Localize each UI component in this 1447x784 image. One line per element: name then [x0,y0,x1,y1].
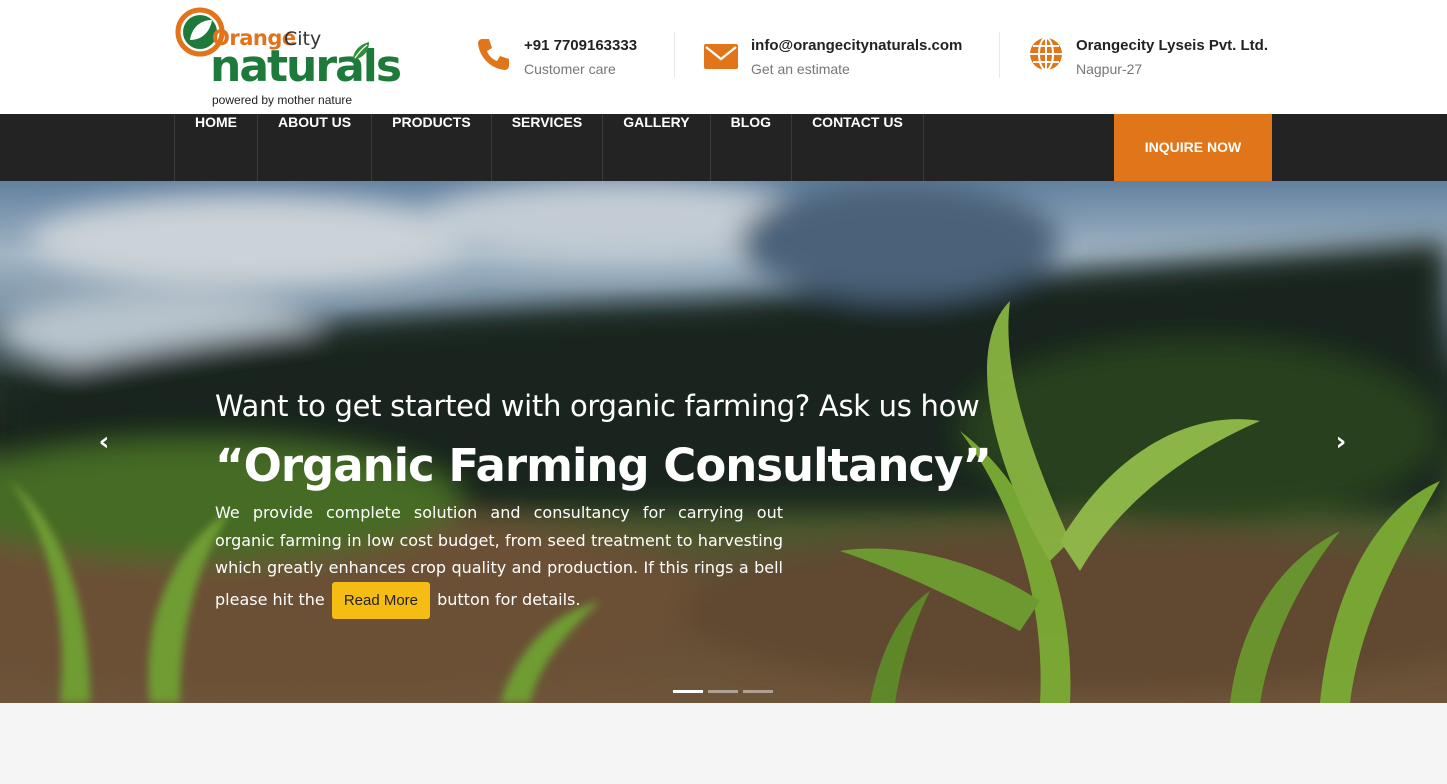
hero-subtitle: Want to get started with organic farming… [215,389,980,423]
nav-item-about-us[interactable]: ABOUT US [257,114,371,181]
nav-item-services[interactable]: SERVICES [490,114,603,181]
nav-item-products[interactable]: PRODUCTS [371,114,491,181]
contact-phone[interactable]: +91 7709163333 Customer care [476,36,666,80]
brand-tagline: powered by mother nature [212,93,353,107]
envelope-icon [704,44,738,69]
main-nav: HOME ABOUT US PRODUCTS SERVICES GALLERY … [174,114,924,181]
slide-indicator-2[interactable] [708,690,738,693]
hero-title: “Organic Farming Consultancy” [215,439,992,492]
hero-description-tail: button for details. [437,589,581,609]
hero-slider: ‹ › Want to get started with organic far… [0,181,1447,703]
header-divider [999,32,1000,78]
contact-address[interactable]: Orangecity Lyseis Pvt. Ltd. Nagpur-27 [1028,36,1278,80]
hero-description: We provide complete solution and consult… [215,499,783,619]
nav-item-blog[interactable]: BLOG [709,114,791,181]
company-name: Orangecity Lyseis Pvt. Ltd. [1076,37,1269,54]
contact-email[interactable]: info@orangecitynaturals.com Get an estim… [703,36,983,80]
brand-logo[interactable]: Orange City naturals powered by mother n… [174,6,402,110]
chevron-left-icon[interactable]: ‹ [94,429,114,455]
nav-item-gallery[interactable]: GALLERY [602,114,709,181]
inquire-now-button[interactable]: INQUIRE NOW [1114,114,1272,181]
email-address: info@orangecitynaturals.com [751,37,963,54]
read-more-button[interactable]: Read More [331,581,431,619]
phone-icon [478,39,509,70]
globe-icon [1030,37,1062,71]
header-topbar: Orange City naturals powered by mother n… [0,0,1447,114]
email-caption: Get an estimate [751,61,850,77]
nav-item-home[interactable]: HOME [174,114,257,181]
page-content-area [0,703,1447,784]
phone-number: +91 7709163333 [524,37,638,54]
chevron-right-icon[interactable]: › [1331,429,1351,455]
header-divider [674,32,675,78]
slide-indicators [673,690,773,693]
leaves-icon [353,42,369,60]
slide-indicator-1[interactable] [673,690,703,693]
slide-indicator-3[interactable] [743,690,773,693]
phone-caption: Customer care [524,61,616,77]
company-location: Nagpur-27 [1076,61,1143,77]
nav-item-contact-us[interactable]: CONTACT US [791,114,924,181]
